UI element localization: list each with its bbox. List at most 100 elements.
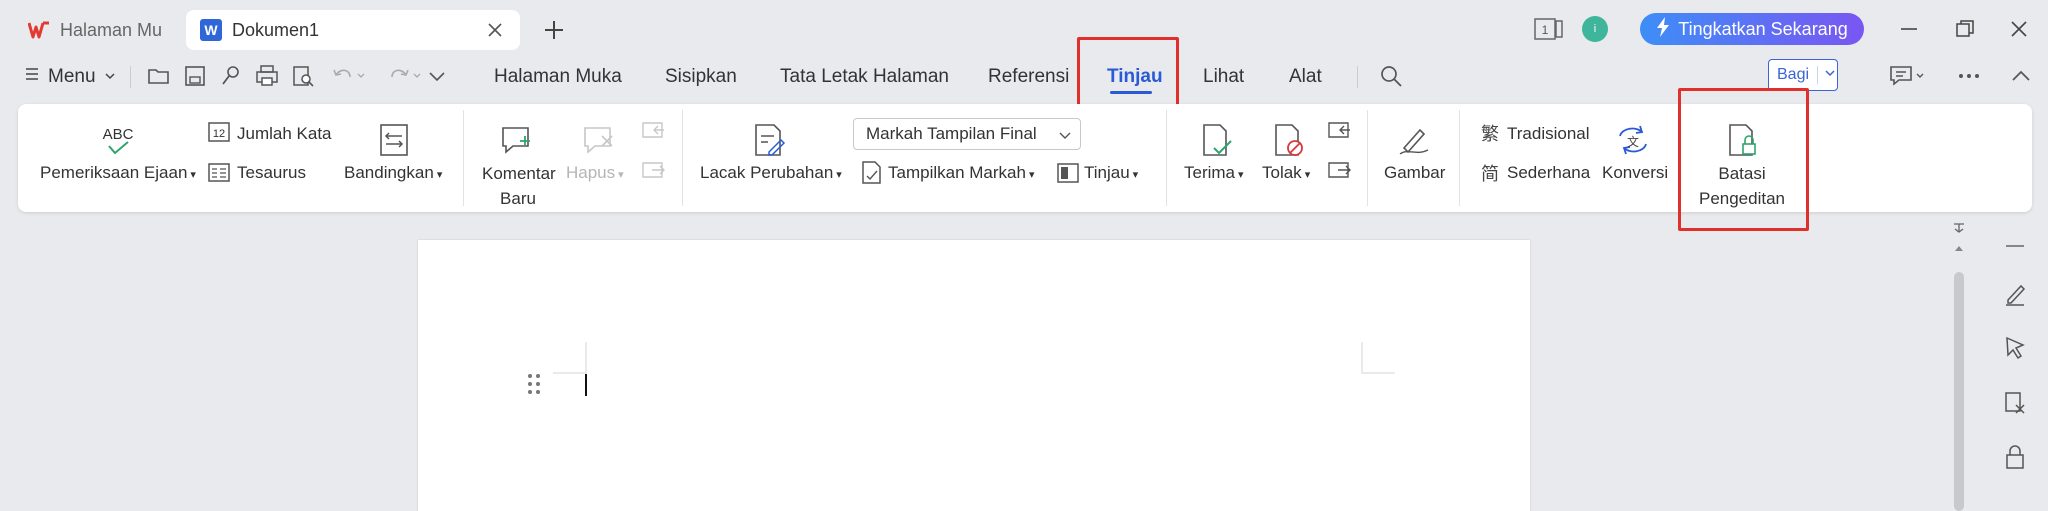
simplified-chinese-icon: 简 [1478, 161, 1502, 185]
spelling-button[interactable]: Pemeriksaan Ejaan ▾ [40, 163, 196, 183]
ribbon-separator [1459, 110, 1460, 206]
previous-change-icon[interactable] [1326, 120, 1354, 146]
divider [1357, 66, 1358, 88]
select-cursor-icon[interactable] [2002, 334, 2028, 360]
highlight-box-restrict-editing [1678, 88, 1809, 231]
print-icon[interactable] [254, 63, 280, 89]
simplified-button[interactable]: Sederhana [1507, 163, 1590, 183]
avatar[interactable]: i [1582, 16, 1608, 42]
svg-text:1: 1 [1542, 23, 1549, 37]
track-changes-icon[interactable] [752, 122, 786, 158]
upgrade-button[interactable]: Tingkatkan Sekarang [1640, 13, 1864, 45]
tab-label: Dokumen1 [232, 19, 320, 40]
accept-button[interactable]: Terima ▾ [1184, 163, 1244, 183]
tab-lihat[interactable]: Lihat [1203, 60, 1244, 94]
spelling-label: Pemeriksaan Ejaan [40, 163, 188, 182]
save-icon[interactable] [182, 63, 208, 89]
svg-text:文: 文 [1627, 134, 1639, 149]
drag-handle-icon[interactable] [527, 373, 541, 395]
print-preview-icon[interactable] [290, 63, 316, 89]
edit-pen-icon[interactable] [2002, 280, 2028, 306]
more-options-icon[interactable] [1956, 63, 1982, 89]
tab-halaman-muka-ribbon[interactable]: Halaman Muka [494, 60, 622, 94]
divider [130, 66, 131, 88]
tab-halaman-muka[interactable]: Halaman Mu [14, 10, 174, 50]
show-markup-button[interactable]: Tampilkan Markah ▾ [888, 163, 1034, 183]
redo-icon[interactable] [386, 63, 426, 89]
word-count-icon: 12 [207, 121, 231, 145]
chevron-down-icon: ▾ [190, 169, 196, 181]
tab-referensi[interactable]: Referensi [988, 60, 1069, 94]
ink-button[interactable]: Gambar [1384, 163, 1445, 183]
chevron-down-icon: ▾ [618, 169, 624, 181]
main-menu-button[interactable]: Menu [24, 60, 116, 94]
thesaurus-icon [207, 161, 231, 185]
format-painter-icon[interactable] [218, 63, 244, 89]
reject-button[interactable]: Tolak ▾ [1262, 163, 1310, 183]
track-changes-label: Lacak Perubahan [700, 163, 834, 182]
svg-text:繁: 繁 [1481, 124, 1499, 145]
ribbon-separator [682, 110, 683, 206]
review-pane-button[interactable]: Tinjau ▾ [1084, 163, 1138, 183]
undo-icon[interactable] [330, 63, 370, 89]
clear-format-icon[interactable] [2002, 390, 2028, 416]
reject-label: Tolak [1262, 163, 1302, 182]
delete-comment-button[interactable]: Hapus ▾ [566, 163, 624, 183]
lock-icon[interactable] [2002, 444, 2028, 470]
new-comment-icon[interactable] [500, 124, 536, 158]
spell-check-icon[interactable]: ABC [96, 122, 140, 158]
close-tab-icon[interactable] [484, 19, 506, 41]
previous-comment-icon[interactable] [640, 120, 668, 146]
track-changes-button[interactable]: Lacak Perubahan ▾ [700, 163, 842, 183]
compare-button[interactable]: Bandingkan ▾ [344, 163, 442, 183]
restore-icon[interactable] [1952, 16, 1978, 42]
close-window-icon[interactable] [2006, 16, 2032, 42]
tab-dokumen1[interactable]: W Dokumen1 [186, 10, 520, 50]
traditional-chinese-icon: 繁 [1478, 121, 1502, 145]
next-comment-icon[interactable] [640, 160, 668, 186]
accept-change-icon[interactable] [1200, 122, 1234, 158]
collapse-ribbon-icon[interactable] [2008, 63, 2034, 89]
new-comment-button[interactable]: Komentar Baru [482, 161, 556, 211]
thesaurus-button[interactable]: Tesaurus [237, 163, 306, 183]
vertical-scrollbar[interactable] [1948, 220, 1970, 511]
minimize-icon[interactable] [1896, 16, 1922, 42]
right-side-panel [1984, 220, 2048, 511]
upgrade-label: Tingkatkan Sekarang [1678, 18, 1848, 39]
chevron-down-icon [1817, 66, 1836, 84]
convert-icon[interactable]: 文 [1614, 122, 1652, 158]
comment-menu-icon[interactable] [1888, 63, 1928, 89]
svg-text:12: 12 [213, 128, 225, 140]
svg-text:ABC: ABC [103, 126, 134, 143]
share-label: Bagi [1777, 66, 1810, 83]
chevron-down-icon: ▾ [1238, 169, 1244, 181]
markup-display-select[interactable]: Markah Tampilan Final [853, 118, 1081, 150]
add-tab-icon[interactable] [540, 16, 568, 44]
page-view-icon[interactable]: 1 [1534, 16, 1564, 42]
ribbon-separator [463, 110, 464, 206]
compare-icon[interactable] [378, 122, 412, 158]
word-count-button[interactable]: Jumlah Kata [237, 124, 332, 144]
share-button[interactable]: Bagi [1768, 59, 1838, 91]
customize-toolbar-icon[interactable] [424, 63, 450, 89]
panel-collapse-icon[interactable] [2002, 238, 2028, 248]
svg-text:简: 简 [1481, 164, 1499, 185]
ink-pen-icon[interactable] [1396, 124, 1432, 156]
reject-change-icon[interactable] [1272, 122, 1306, 158]
ribbon-separator [1367, 110, 1368, 206]
review-label: Tinjau [1084, 163, 1130, 182]
tab-sisipkan[interactable]: Sisipkan [665, 60, 737, 94]
show-markup-icon [860, 160, 884, 186]
delete-comment-icon[interactable] [582, 124, 618, 158]
tab-tata-letak-halaman[interactable]: Tata Letak Halaman [780, 60, 949, 94]
traditional-button[interactable]: Tradisional [1507, 124, 1590, 144]
document-page[interactable] [418, 240, 1530, 511]
next-change-icon[interactable] [1326, 160, 1354, 186]
open-folder-icon[interactable] [146, 63, 172, 89]
delete-label: Hapus [566, 163, 616, 182]
new-comment-label-2: Baru [500, 189, 536, 208]
convert-button[interactable]: Konversi [1602, 163, 1668, 183]
search-icon[interactable] [1378, 63, 1404, 89]
tab-alat[interactable]: Alat [1289, 60, 1322, 94]
chevron-down-icon: ▾ [1028, 169, 1035, 181]
